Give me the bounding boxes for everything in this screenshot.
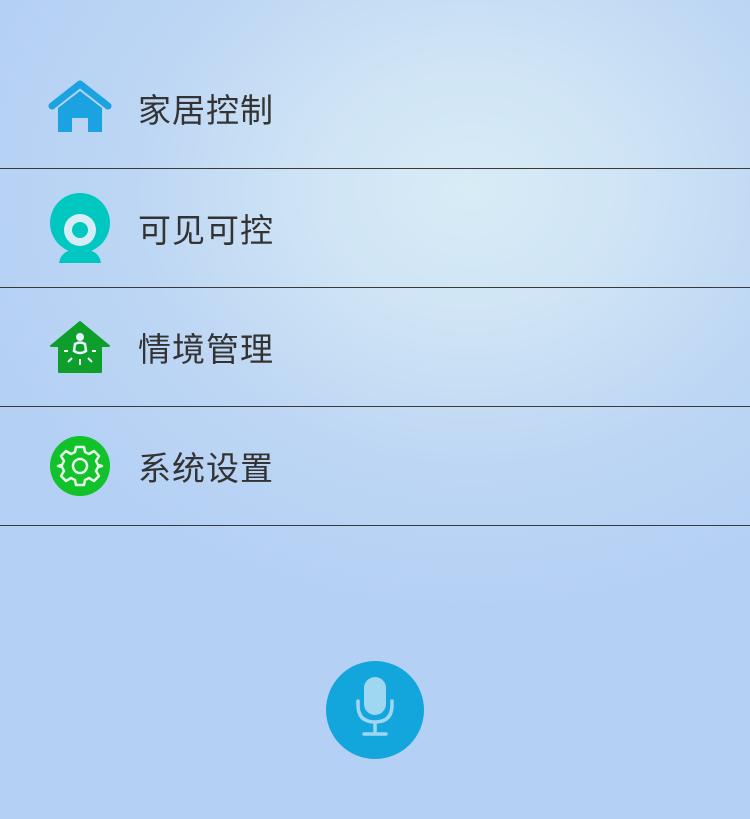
- scene-house-icon: [48, 312, 112, 382]
- voice-input-button[interactable]: [326, 661, 424, 759]
- webcam-icon: [48, 193, 112, 263]
- home-icon: [48, 73, 112, 143]
- microphone-icon: [355, 677, 395, 743]
- menu-item-label: 可见可控: [138, 211, 274, 250]
- menu-item-home-control[interactable]: 家居控制: [0, 48, 750, 169]
- gear-icon: [48, 431, 112, 501]
- menu-item-label: 情境管理: [138, 330, 274, 369]
- menu-item-system-settings[interactable]: 系统设置: [0, 407, 750, 526]
- main-menu: 家居控制 可见可控 情境管理 系统设置: [0, 48, 750, 526]
- menu-item-label: 家居控制: [138, 91, 274, 130]
- menu-item-label: 系统设置: [138, 449, 274, 488]
- menu-item-video-control[interactable]: 可见可控: [0, 169, 750, 288]
- menu-item-scene-management[interactable]: 情境管理: [0, 288, 750, 407]
